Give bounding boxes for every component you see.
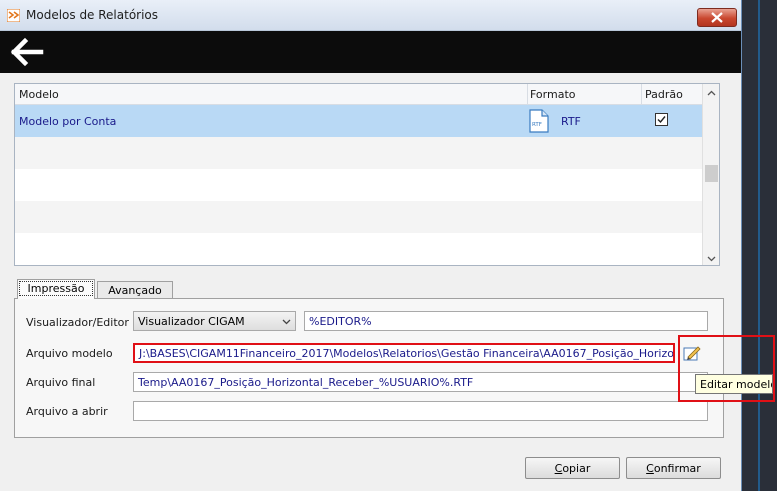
- confirm-button[interactable]: Confirmar: [626, 457, 721, 479]
- final-file-field[interactable]: Temp\AA0167_Posição_Horizontal_Receber_%…: [133, 372, 708, 392]
- toolbar: [0, 31, 741, 73]
- empty-row: [15, 169, 702, 201]
- scroll-down-icon[interactable]: [707, 254, 716, 263]
- column-separator: [641, 84, 642, 104]
- close-icon: [711, 12, 723, 23]
- table-row[interactable]: Modelo por Conta RTF RTF: [15, 105, 702, 137]
- svg-text:RTF: RTF: [532, 122, 542, 128]
- model-file-field[interactable]: J:\BASES\CIGAM11Financeiro_2017\Modelos\…: [133, 343, 675, 363]
- app-logo-icon: [7, 9, 20, 22]
- open-file-label: Arquivo a abrir: [26, 405, 108, 418]
- final-file-label: Arquivo final: [26, 376, 96, 389]
- rtf-file-icon: RTF: [529, 109, 549, 133]
- viewer-select[interactable]: Visualizador CIGAM: [133, 311, 296, 331]
- window-title: Modelos de Relatórios: [26, 8, 159, 22]
- column-header-formato[interactable]: Formato: [530, 88, 576, 101]
- chevron-down-icon: [282, 319, 291, 325]
- open-file-field[interactable]: [133, 401, 708, 421]
- vertical-scrollbar[interactable]: [702, 84, 719, 265]
- scrollbar-thumb[interactable]: [705, 165, 718, 182]
- tab-avancado[interactable]: Avançado: [97, 281, 173, 298]
- title-bar[interactable]: Modelos de Relatórios: [0, 0, 741, 31]
- model-file-label: Arquivo modelo: [26, 347, 113, 360]
- viewer-editor-label: Visualizador/Editor: [26, 316, 129, 329]
- empty-row: [15, 137, 702, 169]
- back-arrow-icon[interactable]: [10, 37, 46, 67]
- viewer-select-value: Visualizador CIGAM: [138, 315, 245, 328]
- empty-row: [15, 233, 702, 265]
- column-header-padrao[interactable]: Padrão: [645, 88, 683, 101]
- row-model-name: Modelo por Conta: [19, 115, 117, 128]
- row-format: RTF: [561, 115, 581, 128]
- copy-button[interactable]: Copiar: [525, 457, 620, 479]
- grid-header: Modelo Formato Padrão: [15, 84, 702, 105]
- desktop-accent-line: [758, 0, 760, 491]
- scroll-up-icon[interactable]: [707, 89, 716, 98]
- empty-row: [15, 201, 702, 233]
- report-models-window: Modelos de Relatórios Modelo Formato Pad…: [0, 0, 742, 491]
- edit-model-tooltip: Editar modelo: [695, 374, 773, 394]
- close-window-button[interactable]: [697, 8, 737, 27]
- column-header-modelo[interactable]: Modelo: [19, 88, 59, 101]
- models-grid[interactable]: Modelo Formato Padrão Modelo por Conta R…: [14, 83, 720, 266]
- confirm-mnemonic: C: [646, 462, 654, 475]
- default-checkbox[interactable]: [655, 113, 668, 126]
- tab-impressao[interactable]: Impressão: [17, 279, 95, 299]
- editor-field[interactable]: %EDITOR%: [304, 311, 708, 331]
- confirm-label: onfirmar: [653, 462, 701, 475]
- column-separator: [527, 84, 528, 104]
- tab-label: Impressão: [18, 281, 94, 296]
- copy-label: opiar: [562, 462, 591, 475]
